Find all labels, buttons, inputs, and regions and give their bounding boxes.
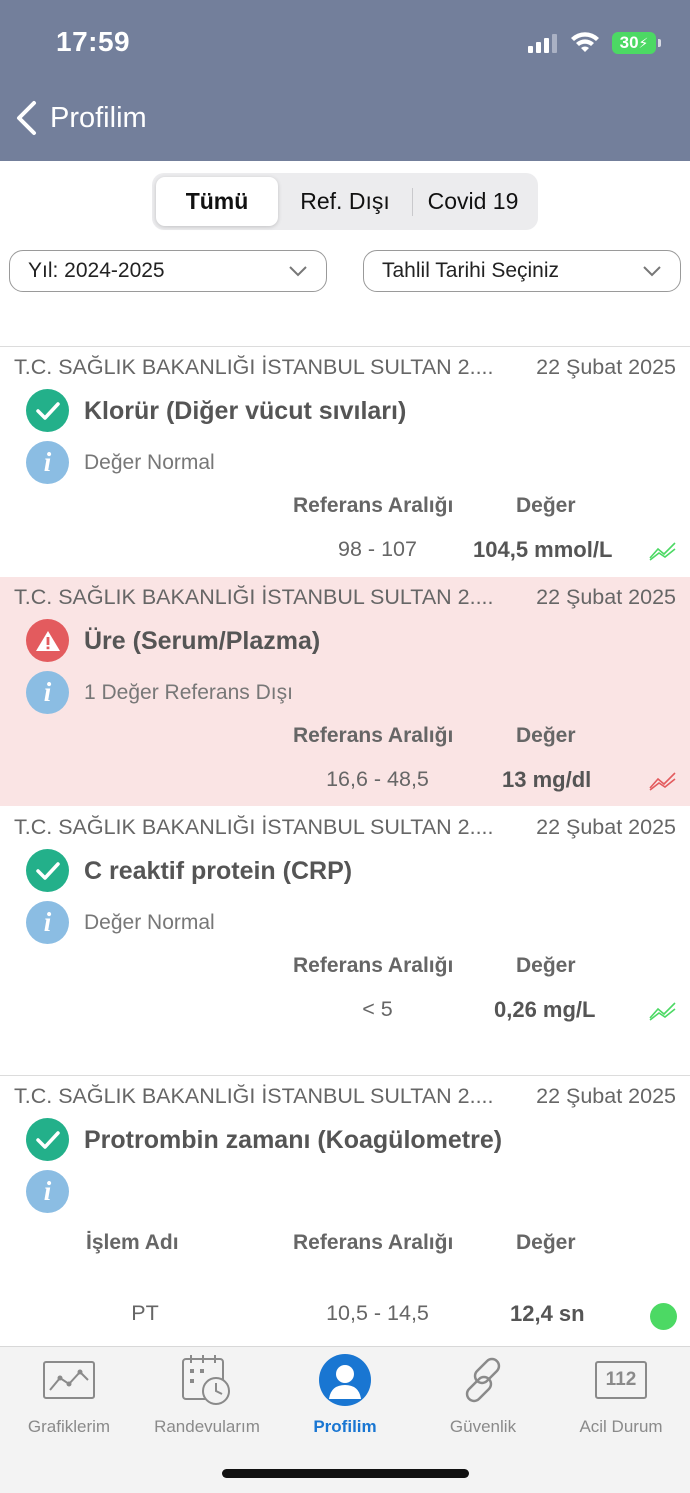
cellular-signal-icon	[528, 34, 557, 53]
warning-icon	[26, 619, 69, 662]
emergency-112-icon: 112	[594, 1353, 648, 1407]
tab-randevularim[interactable]: Randevularım	[138, 1353, 276, 1443]
year-dropdown[interactable]: Yıl: 2024-2025	[9, 250, 327, 292]
procedure-name: PT	[131, 1301, 159, 1325]
trend-chart-icon[interactable]	[648, 770, 678, 792]
chevron-down-icon	[289, 266, 307, 277]
wifi-icon	[571, 32, 599, 52]
result-note: 1 Değer Referans Dışı	[84, 681, 293, 704]
segment-out-of-range[interactable]: Ref. Dışı	[278, 177, 412, 226]
battery-icon: 30 ⚡	[612, 32, 661, 54]
tab-grafiklerim[interactable]: Grafiklerim	[0, 1353, 138, 1443]
year-dropdown-value: Yıl: 2024-2025	[28, 259, 165, 282]
ref-range-value: 98 - 107	[338, 537, 417, 561]
info-icon[interactable]: i	[26, 441, 69, 484]
result-card[interactable]: T.C. SAĞLIK BAKANLIĞI İSTANBUL SULTAN 2.…	[0, 807, 690, 1075]
value-header: Değer	[516, 494, 576, 517]
info-icon[interactable]: i	[26, 671, 69, 714]
value-header: Değer	[516, 1231, 576, 1254]
results-list[interactable]: T.C. SAĞLIK BAKANLIĞI İSTANBUL SULTAN 2.…	[0, 310, 690, 1345]
date-dropdown-value: Tahlil Tarihi Seçiniz	[382, 259, 560, 282]
trend-chart-icon[interactable]	[648, 1000, 678, 1022]
page-title: Profilim	[50, 101, 147, 134]
result-value: 12,4 sn	[510, 1301, 585, 1326]
result-note: Değer Normal	[84, 911, 215, 934]
info-icon[interactable]: i	[26, 901, 69, 944]
emergency-number: 112	[595, 1361, 647, 1399]
segment-covid[interactable]: Covid 19	[413, 177, 533, 226]
result-value: 0,26 mg/L	[494, 997, 596, 1022]
result-date: 22 Şubat 2025	[536, 585, 676, 609]
hospital-name: T.C. SAĞLIK BAKANLIĞI İSTANBUL SULTAN 2.…	[14, 1084, 494, 1108]
result-card[interactable]: T.C. SAĞLIK BAKANLIĞI İSTANBUL SULTAN 2.…	[0, 347, 690, 576]
result-date: 22 Şubat 2025	[536, 1084, 676, 1108]
result-card[interactable]: T.C. SAĞLIK BAKANLIĞI İSTANBUL SULTAN 2.…	[0, 1076, 690, 1345]
chevron-down-icon	[643, 266, 661, 277]
info-icon[interactable]: i	[26, 1170, 69, 1213]
app-header: 17:59 30 ⚡ Profilim	[0, 0, 690, 161]
tab-label: Profilim	[313, 1417, 377, 1436]
result-date: 22 Şubat 2025	[536, 815, 676, 839]
tab-label: Acil Durum	[579, 1417, 663, 1436]
ref-range-header: Referans Aralığı	[293, 1231, 454, 1254]
tab-guvenlik[interactable]: Güvenlik	[414, 1353, 552, 1443]
date-dropdown[interactable]: Tahlil Tarihi Seçiniz	[363, 250, 681, 292]
test-name: Klorür (Diğer vücut sıvıları)	[84, 397, 407, 425]
test-name: Protrombin zamanı (Koagülometre)	[84, 1126, 503, 1154]
ref-range-value: < 5	[362, 997, 393, 1021]
ref-range-header: Referans Aralığı	[293, 494, 454, 517]
result-note: Değer Normal	[84, 451, 215, 474]
tab-profilim[interactable]: Profilim	[276, 1353, 414, 1443]
hospital-name: T.C. SAĞLIK BAKANLIĞI İSTANBUL SULTAN 2.…	[14, 585, 494, 609]
result-card-out-of-range[interactable]: T.C. SAĞLIK BAKANLIĞI İSTANBUL SULTAN 2.…	[0, 577, 690, 806]
chevron-left-icon	[17, 101, 36, 135]
filter-segmented-control: Tümü Ref. Dışı Covid 19	[152, 173, 538, 230]
home-indicator[interactable]	[222, 1469, 469, 1478]
result-date: 22 Şubat 2025	[536, 355, 676, 379]
check-icon	[26, 389, 69, 432]
check-icon	[26, 1118, 69, 1161]
check-icon	[26, 849, 69, 892]
result-value: 104,5 mmol/L	[473, 537, 613, 562]
tab-label: Grafiklerim	[27, 1417, 111, 1436]
ref-range-header: Referans Aralığı	[293, 724, 454, 747]
value-header: Değer	[516, 954, 576, 977]
test-name: Üre (Serum/Plazma)	[84, 627, 321, 655]
result-value: 13 mg/dl	[502, 767, 592, 792]
status-icons: 30 ⚡	[528, 32, 661, 54]
link-icon	[456, 1353, 510, 1407]
ref-range-value: 16,6 - 48,5	[326, 767, 429, 791]
battery-level: 30	[619, 33, 639, 52]
ref-range-value: 10,5 - 14,5	[326, 1301, 429, 1325]
tab-label: Güvenlik	[449, 1417, 517, 1436]
status-dot-icon	[650, 1303, 677, 1330]
hospital-name: T.C. SAĞLIK BAKANLIĞI İSTANBUL SULTAN 2.…	[14, 815, 494, 839]
ref-range-header: Referans Aralığı	[293, 954, 454, 977]
chart-icon	[42, 1353, 96, 1407]
value-header: Değer	[516, 724, 576, 747]
segment-all[interactable]: Tümü	[156, 177, 278, 226]
trend-chart-icon[interactable]	[648, 540, 678, 562]
hospital-name: T.C. SAĞLIK BAKANLIĞI İSTANBUL SULTAN 2.…	[14, 355, 494, 379]
tab-acil-durum[interactable]: 112 Acil Durum	[552, 1353, 690, 1443]
profile-icon	[318, 1353, 372, 1407]
charging-bolt-icon: ⚡	[638, 34, 649, 51]
calendar-clock-icon	[180, 1353, 234, 1407]
back-button[interactable]: Profilim	[14, 100, 147, 136]
procedure-name-header: İşlem Adı	[86, 1231, 179, 1254]
test-name: C reaktif protein (CRP)	[84, 857, 353, 885]
tab-label: Randevularım	[154, 1417, 260, 1436]
status-time: 17:59	[56, 26, 131, 57]
